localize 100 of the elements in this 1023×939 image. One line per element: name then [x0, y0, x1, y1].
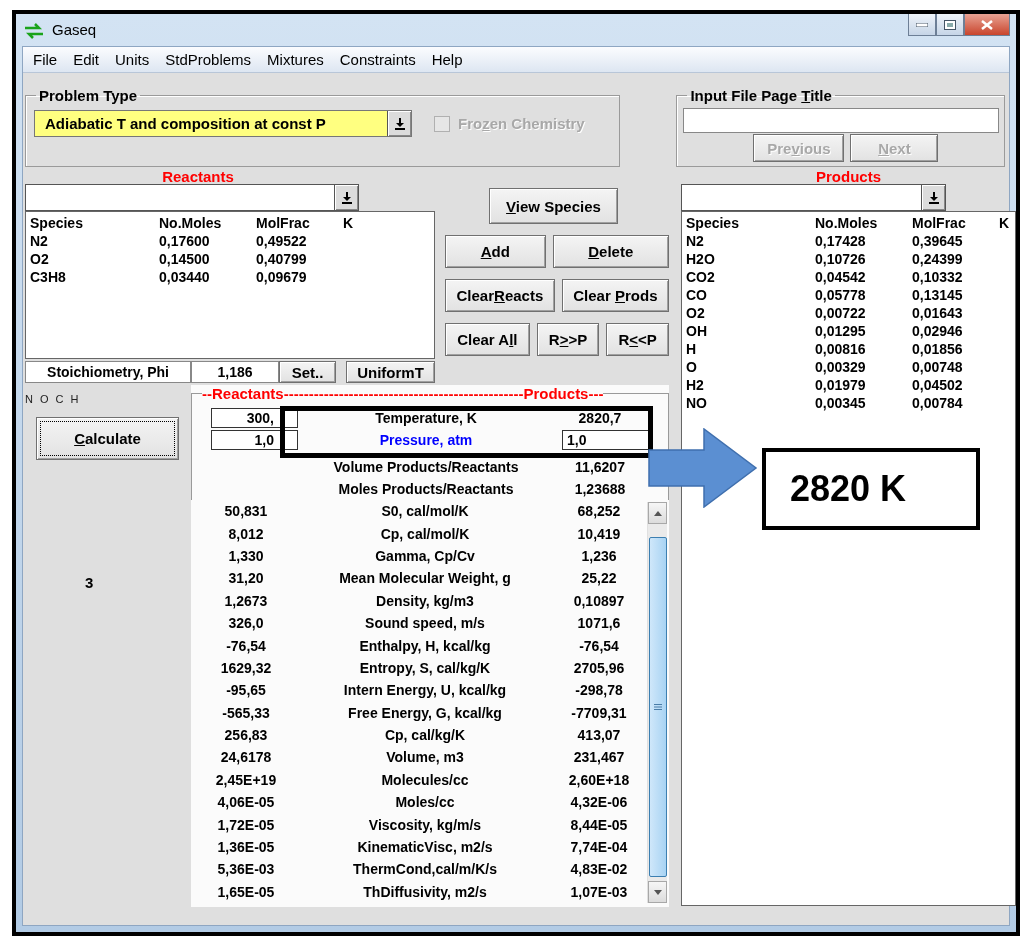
list-cell-text: 0,39645 [912, 232, 964, 250]
reactants-title: Reactants [161, 169, 235, 184]
property-label: Density, kg/m3 [375, 592, 475, 609]
product-value: 10,419 [576, 525, 622, 542]
reactant-input[interactable]: 1,0 [211, 430, 281, 450]
reactant-value: 8,012 [227, 525, 265, 542]
list-cell-text: 0,01856 [912, 340, 964, 358]
property-label: Sound speed, m/s [364, 615, 486, 632]
menu-item[interactable]: StdProblems [157, 51, 260, 68]
list-cell-text: O2 [686, 304, 706, 322]
reactant-value: 24,6178 [219, 749, 273, 766]
product-value: 7,74E-04 [569, 839, 629, 856]
scroll-up-button[interactable] [648, 502, 667, 524]
dropdown-arrow-icon [394, 117, 405, 130]
reactant-input[interactable]: 300, [211, 408, 281, 428]
products-list[interactable] [681, 211, 1016, 906]
property-label: KinematicVisc, m2/s [356, 839, 494, 856]
property-label: ThDiffusivity, m2/s [362, 883, 488, 900]
product-value: -7709,31 [570, 704, 628, 721]
list-cell-text: NO [686, 394, 708, 412]
product-input[interactable]: 1,0 [562, 430, 650, 450]
list-cell-text: 0,10726 [815, 250, 867, 268]
reactant-value: 326,0 [227, 615, 265, 632]
list-cell-text: 0,00345 [815, 394, 867, 412]
element-letter: N [25, 393, 33, 405]
list-cell-text: 0,09679 [256, 268, 308, 286]
property-label: Enthalpy, H, kcal/kg [358, 637, 492, 654]
column-header: K [999, 214, 1011, 232]
menu-item[interactable]: Constraints [331, 51, 424, 68]
scrollbar-thumb[interactable] [648, 537, 667, 877]
product-species-dropdown[interactable] [681, 184, 946, 211]
product-value: 1,07E-03 [569, 883, 629, 900]
menu-item[interactable]: Mixtures [259, 51, 332, 68]
reactant-value: -95,65 [225, 682, 267, 699]
minimize-button[interactable] [908, 14, 936, 36]
list-cell-text: 0,10332 [912, 268, 964, 286]
property-label: Pressure, atm [378, 432, 474, 448]
dropdown-arrow-icon [341, 191, 352, 204]
reactant-species-dropdown[interactable] [25, 184, 359, 211]
element-letter: C [55, 393, 64, 405]
menu-item[interactable]: Edit [65, 51, 108, 68]
reactant-value: 1,72E-05 [216, 816, 276, 833]
list-cell-text: 0,24399 [912, 250, 964, 268]
property-label: Cp, cal/mol/K [379, 525, 471, 542]
product-value: 231,467 [572, 749, 626, 766]
list-cell-text: 0,00748 [912, 358, 964, 376]
action-button[interactable]: View Species [489, 188, 618, 224]
reactant-value: 4,06E-05 [216, 794, 276, 811]
product-value: 4,83E-02 [569, 861, 629, 878]
menu-item[interactable]: Units [107, 51, 158, 68]
reactants-list[interactable]: Species No.Moles MolFrac K N2 0,17600 0,49522 O2 0,14500 0,40799 C3H8 0,03440 0,09679 [25, 211, 435, 359]
property-label: ThermCond,cal/m/K/s [352, 861, 498, 878]
action-button[interactable]: R<<P [606, 323, 669, 356]
action-button[interactable]: Clear Prods [561, 279, 669, 312]
list-cell-text: C3H8 [30, 268, 67, 286]
column-header: MolFrac [912, 214, 967, 232]
column-header: MolFrac [256, 214, 311, 232]
list-cell-text: 0,03440 [159, 268, 211, 286]
menu-item[interactable]: Help [423, 51, 471, 68]
list-cell-text: 0,49522 [256, 232, 308, 250]
list-cell-text: 0,02946 [912, 322, 964, 340]
list-cell-text: N2 [30, 232, 49, 250]
calculate-button[interactable]: Calculate [36, 417, 179, 460]
problem-type-dropdown[interactable]: Adiabatic T and composition at const P [34, 110, 412, 137]
menu-item[interactable]: File [25, 51, 66, 68]
list-cell-text: 0,17428 [815, 232, 867, 250]
reactant-value: 256,83 [223, 727, 269, 744]
reactant-value: 5,36E-03 [216, 861, 276, 878]
reactant-value: 2,45E+19 [214, 771, 278, 788]
action-button[interactable]: ClearReacts [445, 279, 555, 312]
list-cell-text: 0,04542 [815, 268, 867, 286]
uniform-t-button[interactable]: UniformT [346, 361, 435, 383]
product-value: 2,60E+18 [567, 771, 631, 788]
action-button[interactable]: Delete [552, 235, 669, 268]
reactant-value: 1,65E-05 [216, 883, 276, 900]
action-button[interactable]: Add [445, 235, 546, 268]
property-label: Volume, m3 [385, 749, 465, 766]
scrollbar[interactable] [647, 502, 667, 903]
action-button[interactable]: Clear All [445, 323, 530, 356]
scroll-down-button[interactable] [648, 881, 667, 903]
list-cell-text: 0,14500 [159, 250, 211, 268]
maximize-button[interactable] [936, 14, 964, 36]
property-label: Moles Products/Reactants [337, 481, 515, 497]
grip-icon [653, 704, 662, 710]
stoichiometry-label: Stoichiometry, Phi [25, 361, 191, 383]
maximize-icon [944, 19, 956, 30]
down-arrow-icon [653, 889, 662, 895]
product-value: 1,23688 [573, 481, 627, 497]
reactant-value: -565,33 [221, 704, 271, 721]
property-label: Gamma, Cp/Cv [374, 547, 476, 564]
list-cell-text: O [686, 358, 698, 376]
product-value: 413,07 [576, 727, 622, 744]
list-cell-text: 0,01295 [815, 322, 867, 340]
action-button[interactable]: R>>P [536, 323, 600, 356]
list-cell-text: O2 [30, 250, 50, 268]
close-button[interactable] [964, 14, 1010, 36]
page-title-field[interactable] [683, 108, 1000, 133]
list-cell-text: 0,00784 [912, 394, 964, 412]
set-button[interactable]: Set.. [279, 361, 336, 383]
app-icon [24, 23, 44, 39]
